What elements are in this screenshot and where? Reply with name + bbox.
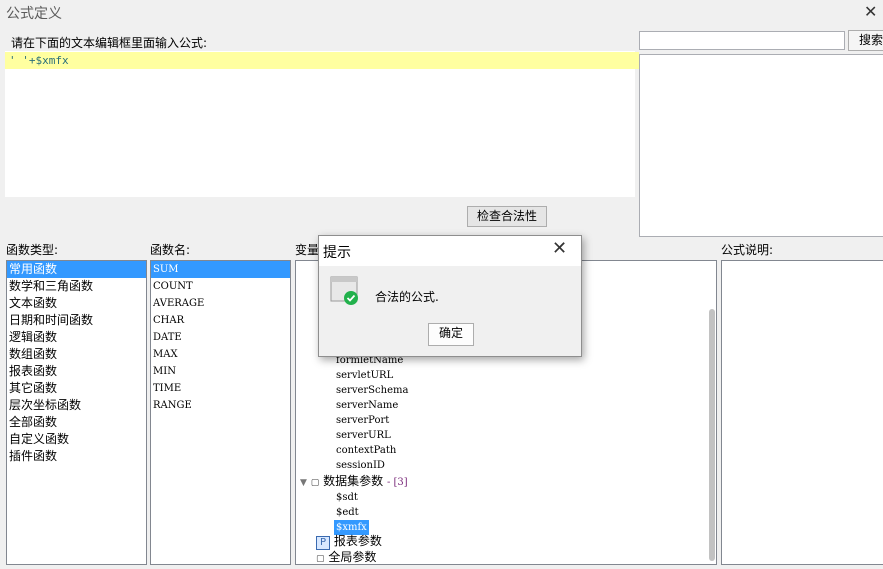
formula-description-panel xyxy=(721,260,883,565)
success-icon xyxy=(330,276,358,305)
tree-node-global-params[interactable]: ▢ 全局参数 xyxy=(316,549,377,564)
variables-label: 变量 xyxy=(295,243,320,257)
function-name-list[interactable]: SUM COUNT AVERAGE CHAR DATE MAX MIN TIME RANGE xyxy=(150,260,291,565)
param-group-icon: ▢ xyxy=(310,478,320,488)
search-input[interactable] xyxy=(639,31,845,50)
window-title: 公式定义 xyxy=(6,6,62,22)
dataset-params-count: - [3] xyxy=(386,477,408,488)
check-validity-button[interactable]: 检查合法性 xyxy=(467,206,547,227)
tree-leaf-dataset-param[interactable]: $sdt xyxy=(336,490,358,505)
tree-leaf-variable[interactable]: serverPort xyxy=(336,413,389,428)
tree-leaf-variable[interactable]: serverName xyxy=(336,398,398,413)
function-name-item[interactable]: COUNT xyxy=(151,278,290,295)
function-type-item[interactable]: 层次坐标函数 xyxy=(7,397,146,414)
expand-arrow-icon[interactable]: ▼ xyxy=(300,478,307,488)
dialog-title: 提示 xyxy=(323,245,351,261)
search-results-panel xyxy=(639,54,883,237)
function-name-item[interactable]: CHAR xyxy=(151,312,290,329)
function-type-list[interactable]: 常用函数 数学和三角函数 文本函数 日期和时间函数 逻辑函数 数组函数 报表函数 其它函数 层次… xyxy=(6,260,147,565)
report-params-label: 报表参数 xyxy=(333,534,382,548)
search-button[interactable]: 搜索 xyxy=(848,30,883,51)
function-type-label: 函数类型: xyxy=(6,243,59,257)
formula-description-label: 公式说明: xyxy=(721,243,774,257)
close-icon[interactable]: ✕ xyxy=(864,2,877,21)
function-type-item[interactable]: 文本函数 xyxy=(7,295,146,312)
tree-leaf-variable[interactable]: contextPath xyxy=(336,443,396,458)
param-group-icon: ▢ xyxy=(316,554,325,564)
function-type-item[interactable]: 数组函数 xyxy=(7,346,146,363)
function-type-item[interactable]: 报表函数 xyxy=(7,363,146,380)
editor-prompt: 请在下面的文本编辑框里面输入公式: xyxy=(11,36,208,50)
formula-editor[interactable]: ' '+$xmfx xyxy=(5,51,639,197)
dialog-body: 合法的公式. 确定 xyxy=(319,266,581,356)
function-name-item[interactable]: MIN xyxy=(151,363,290,380)
function-name-item[interactable]: AVERAGE xyxy=(151,295,290,312)
function-type-item[interactable]: 插件函数 xyxy=(7,448,146,465)
function-name-label: 函数名: xyxy=(150,243,191,257)
dialog-close-icon[interactable]: ✕ xyxy=(552,238,567,259)
dataset-params-label: 数据集参数 xyxy=(323,474,384,488)
function-name-item[interactable]: RANGE xyxy=(151,397,290,414)
function-name-item[interactable]: SUM xyxy=(151,261,290,278)
tree-leaf-dataset-param[interactable]: $edt xyxy=(336,505,359,520)
function-type-item[interactable]: 常用函数 xyxy=(7,261,146,278)
function-name-item[interactable]: DATE xyxy=(151,329,290,346)
tree-scrollbar[interactable] xyxy=(709,309,715,561)
validity-dialog: 提示 ✕ 合法的公式. 确定 xyxy=(318,235,582,357)
tree-leaf-variable[interactable]: servletURL xyxy=(336,368,393,383)
function-type-item[interactable]: 数学和三角函数 xyxy=(7,278,146,295)
tree-leaf-variable[interactable]: sessionID xyxy=(336,458,385,473)
tree-node-dataset[interactable]: ▼ ▢ 数据集参数 - [3] xyxy=(300,473,408,490)
dialog-header: 提示 ✕ xyxy=(319,236,581,266)
function-type-item[interactable]: 逻辑函数 xyxy=(7,329,146,346)
function-type-item[interactable]: 自定义函数 xyxy=(7,431,146,448)
function-name-item[interactable]: TIME xyxy=(151,380,290,397)
global-params-label: 全局参数 xyxy=(328,550,377,564)
tree-leaf-variable[interactable]: serverSchema xyxy=(336,383,408,398)
report-params-icon: P xyxy=(316,536,330,550)
function-name-item[interactable]: MAX xyxy=(151,346,290,363)
function-type-item[interactable]: 日期和时间函数 xyxy=(7,312,146,329)
function-type-item[interactable]: 其它函数 xyxy=(7,380,146,397)
tree-node-report-params[interactable]: P 报表参数 xyxy=(316,533,382,550)
formula-line[interactable]: ' '+$xmfx xyxy=(5,52,639,69)
function-type-item[interactable]: 全部函数 xyxy=(7,414,146,431)
ok-button[interactable]: 确定 xyxy=(428,323,474,346)
dialog-message: 合法的公式. xyxy=(375,290,439,304)
tree-leaf-variable[interactable]: serverURL xyxy=(336,428,391,443)
